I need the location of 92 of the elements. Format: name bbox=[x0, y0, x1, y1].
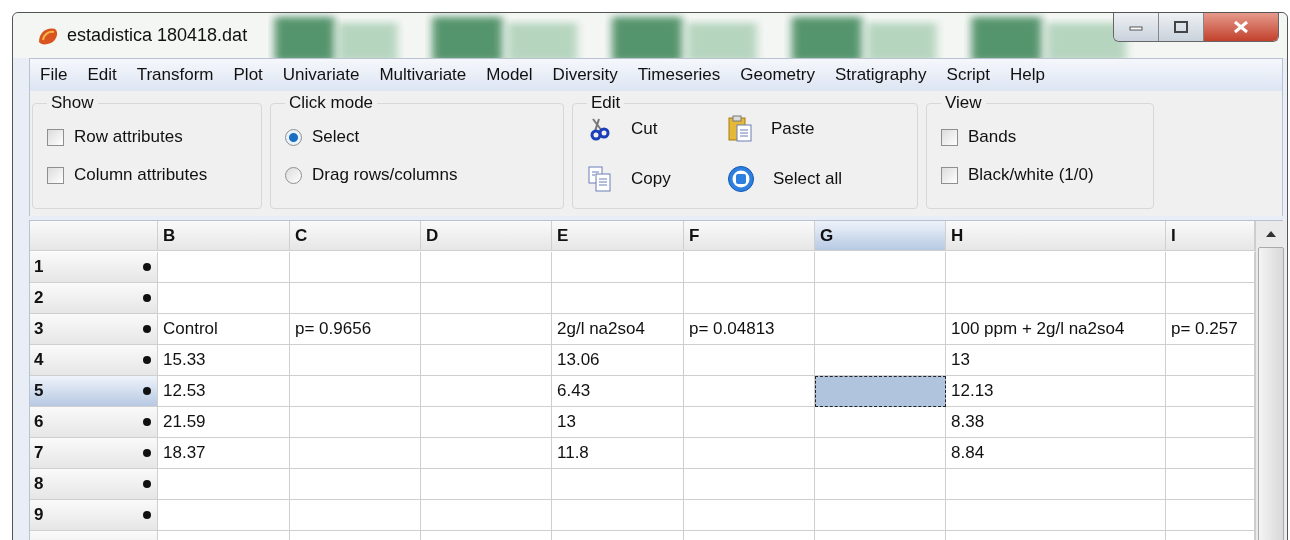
row-header[interactable]: 1 bbox=[30, 252, 158, 283]
checkbox[interactable] bbox=[47, 166, 64, 184]
row-header[interactable]: 4 bbox=[30, 345, 158, 376]
row-header[interactable]: 2 bbox=[30, 283, 158, 314]
menu-item[interactable]: Stratigraphy bbox=[824, 65, 937, 85]
row-marker-icon bbox=[143, 511, 151, 519]
radio-button[interactable] bbox=[285, 128, 302, 146]
row-header[interactable]: 6 bbox=[30, 407, 158, 438]
menu-item[interactable]: Model bbox=[476, 65, 543, 85]
row-header[interactable]: 8 bbox=[30, 469, 158, 500]
checkbox-label: Row attributes bbox=[74, 127, 183, 147]
row-marker-icon bbox=[143, 418, 151, 426]
table-cell[interactable]: 11.8 bbox=[552, 438, 684, 469]
menu-item[interactable]: Transform bbox=[126, 65, 224, 85]
table-cell[interactable]: Control bbox=[158, 314, 290, 345]
table-cell[interactable]: 21.59 bbox=[158, 407, 290, 438]
checkbox[interactable] bbox=[47, 128, 64, 146]
table-cell[interactable]: 13 bbox=[946, 345, 1166, 376]
row-number: 1 bbox=[34, 257, 44, 277]
table-cell[interactable]: 100 ppm + 2g/l na2so4 bbox=[946, 314, 1166, 345]
row-number: 6 bbox=[34, 412, 44, 432]
column-header[interactable]: I bbox=[1166, 221, 1255, 251]
maximize-button[interactable] bbox=[1159, 13, 1204, 41]
checkbox[interactable] bbox=[941, 128, 958, 146]
row-number: 9 bbox=[34, 505, 44, 525]
checkbox-label: Black/white (1/0) bbox=[968, 165, 1094, 185]
menu-item[interactable]: Plot bbox=[223, 65, 273, 85]
row-number: 2 bbox=[34, 288, 44, 308]
table-cell[interactable]: 15.33 bbox=[158, 345, 290, 376]
radio-button[interactable] bbox=[285, 166, 302, 184]
close-icon bbox=[1232, 20, 1250, 34]
table-cell[interactable]: 13.06 bbox=[552, 345, 684, 376]
table-cell[interactable]: 18.37 bbox=[158, 438, 290, 469]
row-header[interactable]: 9 bbox=[30, 500, 158, 531]
column-header[interactable]: B bbox=[158, 221, 290, 251]
radio-label: Drag rows/columns bbox=[312, 165, 458, 185]
checkbox[interactable] bbox=[941, 166, 958, 184]
up-arrow-icon bbox=[1266, 231, 1276, 237]
row-marker-icon bbox=[143, 325, 151, 333]
menu-item[interactable]: Univariate bbox=[272, 65, 370, 85]
column-header[interactable]: D bbox=[421, 221, 552, 251]
radio-label: Select bbox=[312, 127, 360, 147]
row-marker-icon bbox=[143, 263, 151, 271]
close-button[interactable] bbox=[1204, 13, 1278, 41]
row-header[interactable]: 7 bbox=[30, 438, 158, 469]
column-header[interactable]: C bbox=[290, 221, 421, 251]
table-cell[interactable]: 8.84 bbox=[946, 438, 1166, 469]
scrollbar-thumb[interactable] bbox=[1258, 247, 1284, 540]
menu-item[interactable]: Timeseries bbox=[627, 65, 731, 85]
action-label[interactable]: Paste bbox=[771, 119, 815, 139]
table-cell[interactable]: 8.38 bbox=[946, 407, 1166, 438]
action-label[interactable]: Select all bbox=[773, 169, 842, 189]
menu-item[interactable]: Edit bbox=[77, 65, 127, 85]
menu-item[interactable]: Script bbox=[936, 65, 1001, 85]
action-label[interactable]: Cut bbox=[631, 119, 658, 139]
menu-item[interactable]: File bbox=[30, 65, 78, 85]
row-marker-icon bbox=[143, 480, 151, 488]
menu-item[interactable]: Diversity bbox=[542, 65, 628, 85]
table-cell[interactable]: p= 0.04813 bbox=[684, 314, 815, 345]
table-cell[interactable]: 12.13 bbox=[946, 376, 1166, 407]
row-number: 4 bbox=[34, 350, 44, 370]
row-marker-icon bbox=[143, 294, 151, 302]
menu-item[interactable]: Help bbox=[1000, 65, 1056, 85]
row-number: 3 bbox=[34, 319, 44, 339]
row-number: 8 bbox=[34, 474, 44, 494]
table-cell[interactable]: 12.53 bbox=[158, 376, 290, 407]
table-cell[interactable]: 13 bbox=[552, 407, 684, 438]
column-header[interactable]: H bbox=[946, 221, 1166, 251]
row-marker-icon bbox=[143, 356, 151, 364]
select-all-icon[interactable] bbox=[727, 165, 755, 193]
checkbox-label: Column attributes bbox=[74, 165, 208, 185]
row-marker-icon bbox=[143, 387, 151, 395]
row-number: 7 bbox=[34, 443, 44, 463]
row-header[interactable]: 3 bbox=[30, 314, 158, 345]
checkbox-label: Bands bbox=[968, 127, 1017, 147]
column-header[interactable]: G bbox=[815, 221, 946, 251]
window-title: estadistica 180418.dat bbox=[67, 25, 248, 46]
table-cell[interactable] bbox=[815, 376, 946, 407]
menu-item[interactable]: Geometry bbox=[730, 65, 825, 85]
column-header[interactable]: F bbox=[684, 221, 815, 251]
menu-item[interactable]: Multivariate bbox=[369, 65, 477, 85]
table-cell[interactable]: 2g/l na2so4 bbox=[552, 314, 684, 345]
table-cell[interactable]: p= 0.9656 bbox=[290, 314, 421, 345]
row-number: 5 bbox=[34, 381, 44, 401]
clipboard-icon[interactable] bbox=[727, 115, 753, 143]
table-cell[interactable]: 6.43 bbox=[552, 376, 684, 407]
copy-icon[interactable] bbox=[587, 165, 613, 193]
column-header[interactable]: E bbox=[552, 221, 684, 251]
maximize-icon bbox=[1173, 20, 1189, 34]
row-header[interactable]: 5 bbox=[30, 376, 158, 407]
action-label[interactable]: Copy bbox=[631, 169, 671, 189]
row-marker-icon bbox=[143, 449, 151, 457]
